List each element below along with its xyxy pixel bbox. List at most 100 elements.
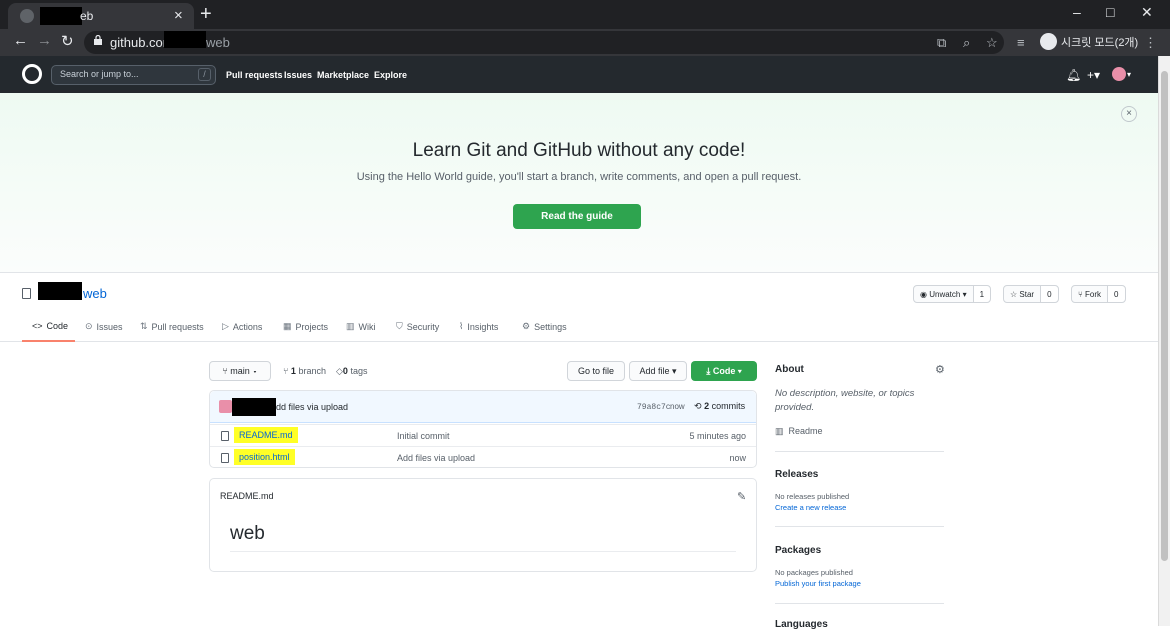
readme-divider bbox=[230, 551, 736, 552]
readme-box: README.md ✎ web bbox=[209, 478, 757, 572]
branch-count-link[interactable]: ⑂ 1 branch bbox=[283, 366, 326, 376]
lock-icon bbox=[94, 35, 102, 45]
github-logo-icon[interactable] bbox=[22, 64, 42, 84]
redacted-repo-owner bbox=[38, 282, 82, 300]
tab-code[interactable]: <> Code bbox=[32, 321, 68, 331]
commit-author-avatar[interactable] bbox=[219, 400, 232, 413]
header-nav-pull-requests[interactable]: Pull requests bbox=[226, 70, 283, 80]
branch-name: main bbox=[230, 366, 250, 376]
omnibox[interactable]: github.com web ⧉ ⌕ ☆ bbox=[84, 31, 1004, 54]
browser-tab[interactable]: eb × bbox=[8, 3, 194, 29]
media-queue-icon[interactable]: ≡ bbox=[1017, 35, 1025, 50]
banner-close-icon[interactable]: × bbox=[1121, 106, 1137, 122]
file-list: dd files via upload 79a8c7c now ⟲ 2 comm… bbox=[209, 390, 757, 468]
zoom-icon[interactable]: ⌕ bbox=[963, 35, 970, 51]
commit-message[interactable]: dd files via upload bbox=[276, 402, 348, 412]
commit-sha[interactable]: 79a8c7c bbox=[637, 403, 671, 412]
file-row[interactable]: README.md Initial commit 5 minutes ago bbox=[210, 424, 756, 446]
file-age: 5 minutes ago bbox=[689, 431, 746, 441]
languages-heading: Languages bbox=[775, 619, 828, 630]
reload-icon[interactable]: ↻ bbox=[61, 32, 74, 50]
new-tab-button[interactable]: + bbox=[200, 3, 212, 26]
file-name[interactable]: README.md bbox=[234, 427, 298, 443]
bell-icon[interactable]: 🔔︎ bbox=[1066, 68, 1081, 82]
tab-issues[interactable]: ⊙ Issues bbox=[85, 321, 123, 332]
fork-button[interactable]: ⑂ Fork 0 bbox=[1071, 285, 1126, 303]
redacted-owner bbox=[40, 7, 82, 25]
file-commit-message[interactable]: Add files via upload bbox=[397, 453, 475, 463]
commit-label: commits bbox=[711, 401, 746, 411]
star-count[interactable]: 0 bbox=[1040, 286, 1058, 302]
tab-security[interactable]: ⛉ Security bbox=[396, 321, 439, 332]
releases-heading[interactable]: Releases bbox=[775, 469, 818, 480]
page-scrollbar[interactable] bbox=[1158, 56, 1170, 626]
repo-name[interactable]: web bbox=[83, 286, 107, 301]
tab-settings[interactable]: ⚙ Settings bbox=[522, 321, 567, 332]
tab-insights[interactable]: ⌇ Insights bbox=[459, 321, 498, 332]
tab-settings-label: Settings bbox=[534, 321, 567, 332]
file-name[interactable]: position.html bbox=[234, 449, 295, 465]
bookmark-star-icon[interactable]: ☆ bbox=[986, 35, 998, 51]
commit-history-link[interactable]: ⟲ 2 commits bbox=[694, 401, 745, 412]
hello-world-banner: Learn Git and GitHub without any code! U… bbox=[0, 93, 1158, 273]
graph-icon: ⌇ bbox=[459, 321, 464, 331]
github-header: Search or jump to... / Pull requests Iss… bbox=[0, 56, 1158, 93]
minimize-button[interactable]: – bbox=[1073, 4, 1081, 20]
fork-count[interactable]: 0 bbox=[1107, 286, 1125, 302]
pull-request-icon: ⇅ bbox=[140, 321, 148, 331]
commit-count: 2 bbox=[704, 401, 710, 411]
translate-icon[interactable]: ⧉ bbox=[937, 35, 946, 51]
watch-button[interactable]: ◉ Unwatch ▾ 1 bbox=[913, 285, 992, 303]
about-settings-gear-icon[interactable]: ⚙ bbox=[935, 363, 945, 376]
star-button[interactable]: ☆ Star 0 bbox=[1003, 285, 1059, 303]
forward-arrow-icon[interactable]: → bbox=[37, 32, 52, 49]
tab-close-icon[interactable]: × bbox=[174, 7, 183, 24]
scrollbar-thumb[interactable] bbox=[1161, 71, 1168, 561]
branch-selector[interactable]: ⑂ main ▾ bbox=[209, 361, 271, 381]
avatar-dropdown-icon[interactable]: ▾ bbox=[1127, 70, 1131, 79]
readme-sidebar-link[interactable]: ▥ Readme bbox=[775, 426, 823, 437]
branch-count: 1 bbox=[290, 366, 296, 376]
browser-menu-icon[interactable]: ⋮ bbox=[1144, 35, 1157, 51]
header-nav-issues[interactable]: Issues bbox=[284, 70, 312, 80]
watch-count[interactable]: 1 bbox=[972, 286, 991, 302]
pencil-icon[interactable]: ✎ bbox=[737, 490, 746, 503]
file-icon bbox=[221, 431, 229, 441]
search-placeholder: Search or jump to... bbox=[60, 69, 139, 79]
tab-title: eb bbox=[80, 9, 94, 23]
close-window-button[interactable]: ✕ bbox=[1141, 4, 1153, 21]
tab-wiki[interactable]: ▥ Wiki bbox=[346, 321, 376, 332]
search-input[interactable]: Search or jump to... / bbox=[51, 65, 216, 85]
tab-pull-requests[interactable]: ⇅ Pull requests bbox=[140, 321, 204, 332]
tab-projects-label: Projects bbox=[295, 321, 329, 332]
create-release-link[interactable]: Create a new release bbox=[775, 503, 846, 512]
packages-empty-text: No packages published bbox=[775, 568, 853, 577]
packages-heading[interactable]: Packages bbox=[775, 545, 821, 556]
wiki-icon: ▥ bbox=[346, 321, 355, 331]
branch-icon: ⑂ bbox=[283, 366, 289, 376]
tab-actions[interactable]: ▷ Actions bbox=[222, 321, 262, 332]
go-to-file-button[interactable]: Go to file bbox=[567, 361, 625, 381]
plus-dropdown-icon[interactable]: +▾ bbox=[1087, 68, 1100, 82]
file-row[interactable]: position.html Add files via upload now bbox=[210, 446, 756, 468]
read-the-guide-button[interactable]: Read the guide bbox=[513, 204, 641, 229]
header-nav-marketplace[interactable]: Marketplace bbox=[317, 70, 369, 80]
search-shortcut-key: / bbox=[198, 68, 211, 81]
tab-actions-label: Actions bbox=[232, 321, 263, 332]
file-age: now bbox=[729, 453, 746, 463]
maximize-button[interactable]: □ bbox=[1106, 4, 1114, 20]
code-button[interactable]: ⤓ Code ▾ bbox=[691, 361, 757, 381]
branch-icon: ⑂ bbox=[222, 366, 228, 376]
header-nav-explore[interactable]: Explore bbox=[374, 70, 407, 80]
file-commit-message[interactable]: Initial commit bbox=[397, 431, 450, 441]
avatar[interactable] bbox=[1112, 67, 1126, 81]
tab-projects[interactable]: ▦ Projects bbox=[283, 321, 328, 332]
tab-wiki-label: Wiki bbox=[358, 321, 376, 332]
publish-package-link[interactable]: Publish your first package bbox=[775, 579, 861, 588]
tags-link[interactable]: ◇0 tags bbox=[336, 366, 367, 377]
incognito-indicator[interactable]: 시크릿 모드(2개) bbox=[1040, 33, 1138, 50]
releases-empty-text: No releases published bbox=[775, 492, 850, 501]
back-arrow-icon[interactable]: ← bbox=[13, 32, 28, 49]
tab-code-label: Code bbox=[46, 321, 69, 331]
add-file-button[interactable]: Add file ▾ bbox=[629, 361, 687, 381]
